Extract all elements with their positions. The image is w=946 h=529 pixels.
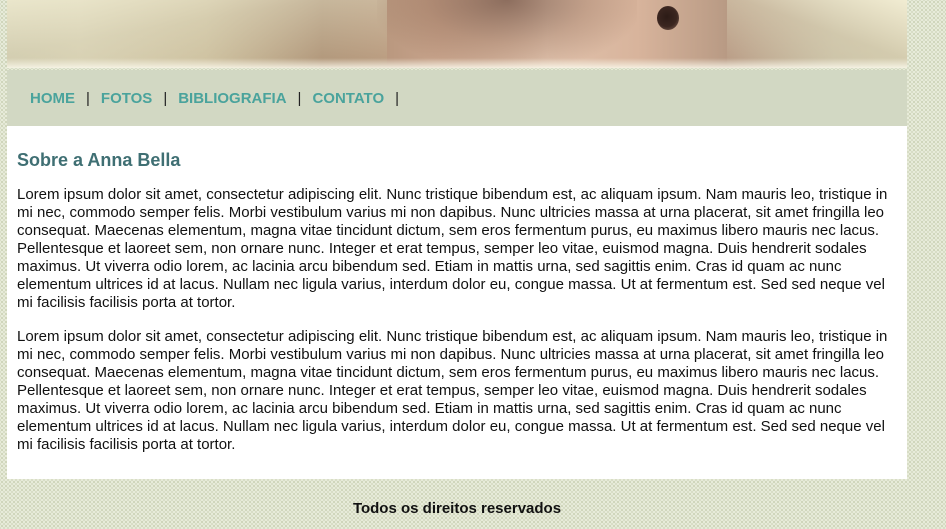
nav-separator: | [163, 89, 168, 107]
nav-link-contato[interactable]: CONTATO [312, 90, 384, 107]
body-paragraph: Lorem ipsum dolor sit amet, consectetur … [17, 328, 888, 453]
main-content: Sobre a Anna Bella Lorem ipsum dolor sit… [7, 126, 907, 479]
nav-link-fotos[interactable]: FOTOS [101, 90, 152, 107]
footer-copyright: Todos os direitos reservados [352, 500, 562, 517]
nav-separator: | [297, 89, 302, 107]
body-paragraph: Lorem ipsum dolor sit amet, consectetur … [17, 186, 888, 311]
nav-link-home[interactable]: HOME [30, 90, 75, 107]
earring-detail [657, 6, 679, 30]
nav-link-bibliografia[interactable]: BIBLIOGRAFIA [178, 90, 286, 107]
nav-separator: | [395, 89, 400, 107]
header-banner-image [7, 0, 907, 68]
page-container: HOME | FOTOS | BIBLIOGRAFIA | CONTATO | … [7, 0, 907, 479]
nav-separator: | [86, 89, 90, 107]
page-title: Sobre a Anna Bella [17, 150, 181, 170]
main-nav: HOME | FOTOS | BIBLIOGRAFIA | CONTATO | [7, 70, 907, 126]
